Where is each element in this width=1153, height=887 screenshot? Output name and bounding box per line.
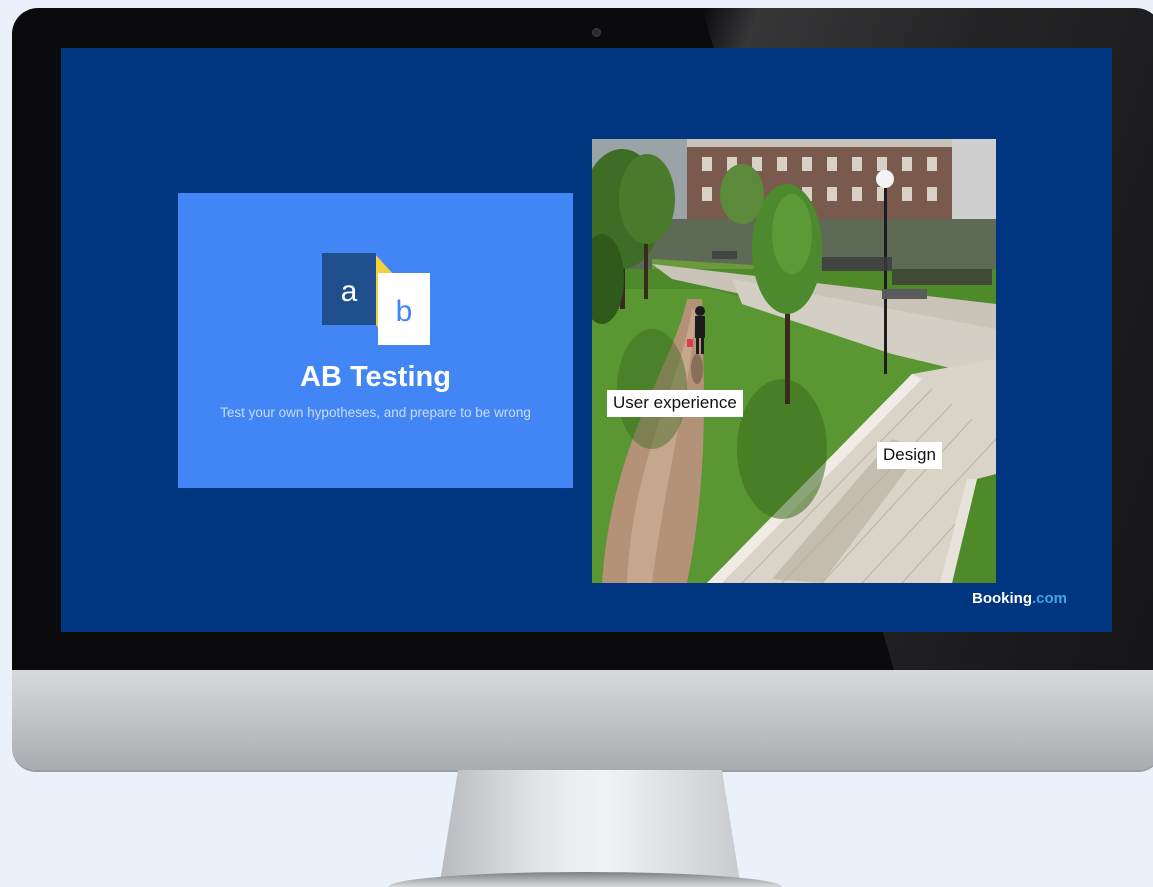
ab-logo-icon: a b bbox=[322, 253, 432, 345]
logo-letter-b: b bbox=[396, 295, 413, 328]
label-design: Design bbox=[877, 442, 942, 469]
brand-name: Booking bbox=[971, 590, 1032, 607]
slide-title: AB Testing bbox=[300, 361, 451, 393]
park-path-photo: User experience Design bbox=[592, 139, 996, 583]
webcam-icon bbox=[592, 28, 601, 37]
brand-suffix: .com bbox=[1031, 590, 1067, 607]
monitor-chin bbox=[12, 670, 1153, 770]
monitor-scene: a b AB Testing Test your own hypotheses,… bbox=[0, 0, 1153, 887]
presentation-slide: a b AB Testing Test your own hypotheses,… bbox=[61, 48, 1112, 632]
logo-letter-a: a bbox=[341, 275, 358, 308]
label-user-experience: User experience bbox=[607, 390, 743, 417]
monitor-stand bbox=[440, 770, 740, 882]
ab-testing-card: a b AB Testing Test your own hypotheses,… bbox=[178, 193, 573, 488]
booking-logo: Booking.com bbox=[972, 590, 1067, 607]
slide-subtitle: Test your own hypotheses, and prepare to… bbox=[220, 405, 531, 420]
